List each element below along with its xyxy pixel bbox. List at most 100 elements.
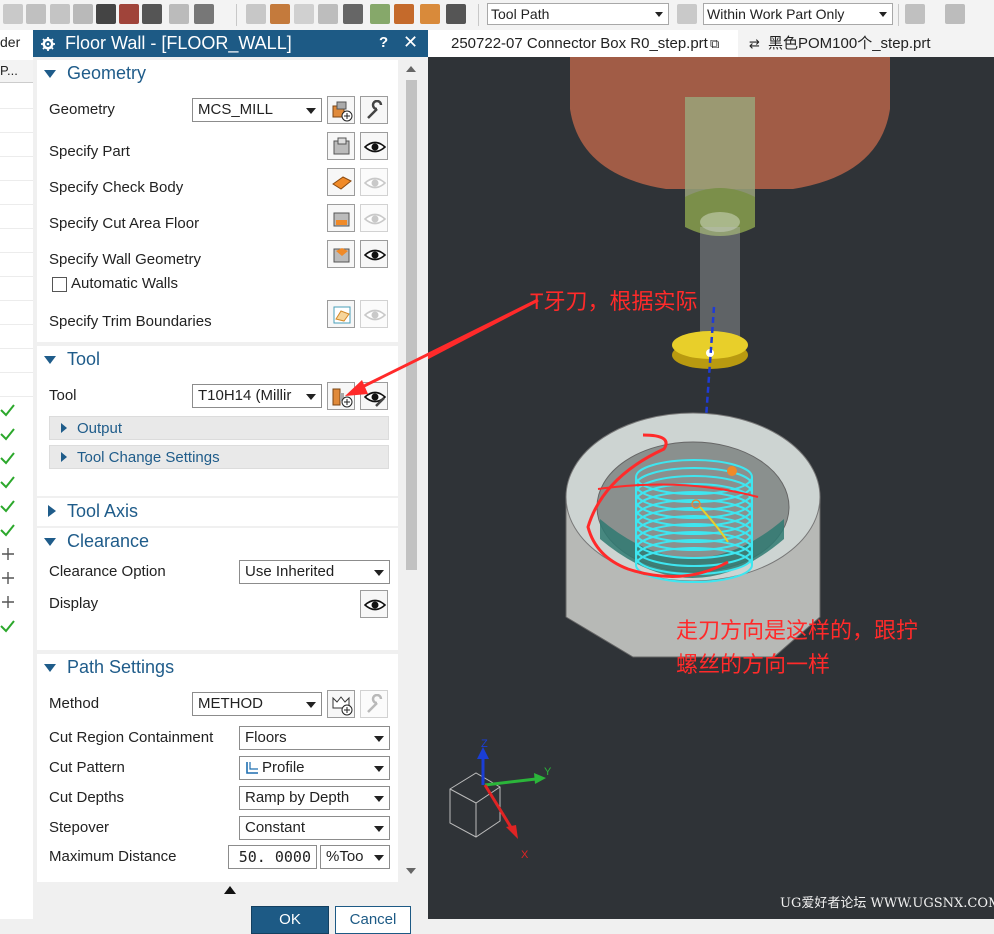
ipw-icon[interactable] [394,4,414,24]
select-check-body-button[interactable] [327,168,355,196]
select-wall-geometry-button[interactable] [327,240,355,268]
help-button[interactable]: ? [379,34,388,51]
tool-select[interactable]: T10H14 (Millir [192,384,322,408]
fit-icon[interactable] [318,4,338,24]
maximum-distance-label: Maximum Distance [49,848,177,865]
document-tabs: ✕ 250722-07 Connector Box R0_step.prt ⧉ … [428,30,994,58]
cut-pattern-select[interactable]: Profile [239,756,390,780]
navigator-column-header: P... [0,60,33,83]
more-options-arrow-icon[interactable] [224,886,236,894]
tool-icon[interactable] [73,4,93,24]
dialog-title: Floor Wall - [FLOOR_WALL] [65,33,292,53]
selection-scope-combo[interactable]: Within Work Part Only [703,3,893,25]
wrench-icon[interactable] [343,4,363,24]
new-method-button[interactable] [327,690,355,718]
scroll-up-arrow-icon[interactable] [406,66,416,72]
cut-region-containment-select[interactable]: Floors [239,726,390,750]
edit-geometry-button[interactable] [360,96,388,124]
cut-depths-value: Ramp by Depth [245,789,350,806]
select-cut-area-floor-button[interactable] [327,204,355,232]
path-settings-group-header[interactable]: Path Settings [37,654,398,682]
direction-annotation-line2: 螺丝的方向一样 [676,652,831,677]
specify-check-body-label: Specify Check Body [49,179,184,196]
cancel-button[interactable]: Cancel [335,906,411,934]
verify-icon[interactable] [119,4,139,24]
dialog-title-bar[interactable]: Floor Wall - [FLOOR_WALL] ? ✕ [33,30,428,57]
clearance-option-select[interactable]: Use Inherited [239,560,390,584]
operation-navigator-strip: der P... [0,30,34,919]
scroll-down-arrow-icon[interactable] [406,868,416,874]
generate-icon[interactable] [96,4,116,24]
close-button[interactable]: ✕ [403,32,418,53]
blank-icon[interactable] [270,4,290,24]
display-cut-area-floor-button[interactable] [360,204,388,232]
stepover-select[interactable]: Constant [239,816,390,840]
program-icon[interactable] [26,4,46,24]
graphics-viewport[interactable]: Z Y X T牙刀，根据实际 走刀方向是这样的，跟拧 螺丝的方向一样 UG爱好者… [428,57,994,919]
select-part-button[interactable] [327,132,355,160]
filter-icon[interactable] [677,4,697,24]
eye-icon [364,599,386,611]
clearance-group-header[interactable]: Clearance [37,528,398,556]
tool-group-header[interactable]: Tool [37,346,398,374]
snap-point-icon[interactable] [905,4,925,24]
scroll-thumb[interactable] [406,80,417,570]
postprocess-icon[interactable] [194,4,214,24]
group-icon[interactable] [50,4,70,24]
view-icon[interactable] [246,4,266,24]
geometry-label: Geometry [49,101,115,118]
tool-change-settings-subgroup[interactable]: Tool Change Settings [49,445,389,469]
method-select-value: METHOD [198,695,263,712]
geometry-select[interactable]: MCS_MILL [192,98,322,122]
tool-label: Tool [49,387,77,404]
list-icon[interactable] [169,4,189,24]
display-clearance-button[interactable] [360,590,388,618]
edit-method-button[interactable] [360,690,388,718]
new-geometry-button[interactable] [327,96,355,124]
display-part-button[interactable] [360,132,388,160]
maximum-distance-unit-select[interactable]: %Too [320,845,390,869]
axis-y-label: Y [544,766,552,778]
tab-connector-box[interactable]: 250722-07 Connector Box R0_step.prt ⧉ [428,30,738,57]
cut-depths-select[interactable]: Ramp by Depth [239,786,390,810]
tool-axis-group: Tool Axis [37,498,398,526]
path-settings-group: Path Settings Method METHOD Cut Region C… [37,654,398,882]
dialog-scrollbar[interactable] [402,60,421,882]
maximum-distance-input[interactable]: 50. 0000 [228,845,317,869]
tab-undock-icon[interactable]: ⧉ [710,30,719,57]
show-icon[interactable] [370,4,390,24]
geometry-group-header[interactable]: Geometry [37,60,398,88]
display-check-body-button[interactable] [360,168,388,196]
output-label: Output [77,420,123,437]
geometry-group: Geometry Geometry MCS_MILL Specify Part … [37,60,398,342]
operation-icon[interactable] [3,4,23,24]
method-select[interactable]: METHOD [192,692,322,716]
selection-priority-icon[interactable] [945,4,965,24]
edit-tool-button[interactable] [360,382,388,410]
tab-pom-part-label: 黑色POM100个_step.prt [768,35,931,52]
eye-icon [364,309,386,321]
display-trim-boundaries-button[interactable] [360,300,388,328]
tool-axis-heading: Tool Axis [67,501,139,521]
replay-icon[interactable] [142,4,162,24]
eye-icon [364,213,386,225]
tool-neck [700,227,740,347]
geometry-select-value: MCS_MILL [198,101,274,118]
cut-region-containment-label: Cut Region Containment [49,729,214,746]
ok-button[interactable]: OK [251,906,329,934]
machine-icon[interactable] [446,4,466,24]
output-subgroup[interactable]: Output [49,416,389,440]
cut-pattern-label: Cut Pattern [49,759,125,776]
new-tool-button[interactable] [327,382,355,410]
automatic-walls-checkbox[interactable] [52,277,67,292]
select-trim-boundaries-button[interactable] [327,300,355,328]
profile-pattern-icon [246,762,258,774]
feature-icon[interactable] [420,4,440,24]
clearance-heading: Clearance [67,531,150,551]
specify-cut-area-floor-label: Specify Cut Area Floor [49,215,200,232]
type-filter-combo[interactable]: Tool Path [487,3,669,25]
tool-axis-group-header[interactable]: Tool Axis [37,498,398,526]
tab-pom-part[interactable]: ⇄ 黑色POM100个_step.prt [746,30,994,57]
material-icon[interactable] [294,4,314,24]
display-wall-geometry-button[interactable] [360,240,388,268]
